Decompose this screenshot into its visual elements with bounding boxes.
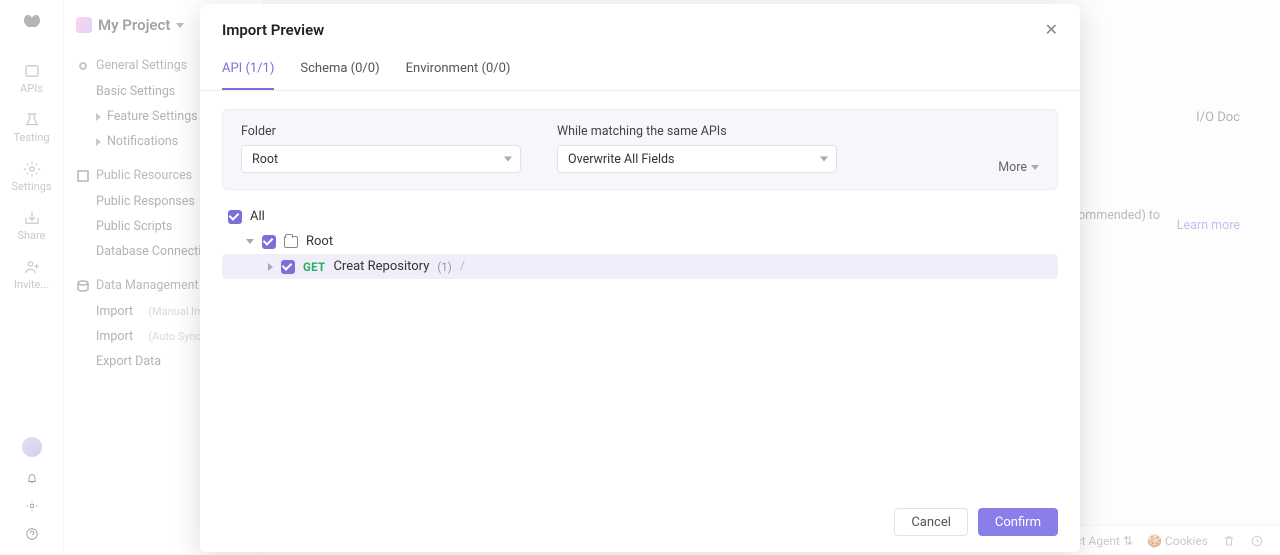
match-select[interactable]: Overwrite All Fields xyxy=(557,145,837,173)
tab-environment[interactable]: Environment (0/0) xyxy=(406,49,511,90)
match-select-value: Overwrite All Fields xyxy=(568,152,674,167)
match-label: While matching the same APIs xyxy=(557,124,837,139)
options-panel: Folder Root While matching the same APIs… xyxy=(222,109,1058,190)
checkbox-api[interactable] xyxy=(281,260,295,274)
chevron-right-icon[interactable] xyxy=(268,263,273,271)
chevron-down-icon xyxy=(504,157,512,162)
folder-select[interactable]: Root xyxy=(241,145,521,173)
tab-api[interactable]: API (1/1) xyxy=(222,49,274,90)
tree-root-row[interactable]: Root xyxy=(222,229,1058,254)
close-icon[interactable]: ✕ xyxy=(1045,20,1058,39)
api-name: Creat Repository xyxy=(333,259,429,274)
tree-root-label: Root xyxy=(306,234,333,249)
chevron-down-icon xyxy=(1031,165,1039,170)
api-path: / xyxy=(460,259,465,274)
checkbox-root[interactable] xyxy=(262,235,276,249)
tab-schema[interactable]: Schema (0/0) xyxy=(300,49,379,90)
chevron-down-icon[interactable] xyxy=(246,239,254,244)
checkbox-all[interactable] xyxy=(228,210,242,224)
tree-all-row[interactable]: All xyxy=(222,204,1058,229)
more-toggle[interactable]: More xyxy=(998,160,1039,175)
chevron-down-icon xyxy=(820,157,828,162)
modal-title: Import Preview xyxy=(222,21,324,39)
http-method-badge: GET xyxy=(303,260,325,274)
cancel-button[interactable]: Cancel xyxy=(894,508,968,536)
api-count: (1) xyxy=(437,260,451,274)
confirm-button[interactable]: Confirm xyxy=(978,508,1058,536)
tree-all-label: All xyxy=(250,209,265,224)
tree-api-row[interactable]: GET Creat Repository (1) / xyxy=(222,254,1058,279)
folder-select-value: Root xyxy=(252,152,278,167)
more-label: More xyxy=(998,160,1027,175)
folder-icon xyxy=(284,236,298,248)
import-preview-modal: Import Preview ✕ API (1/1) Schema (0/0) … xyxy=(200,4,1080,552)
folder-label: Folder xyxy=(241,124,521,139)
